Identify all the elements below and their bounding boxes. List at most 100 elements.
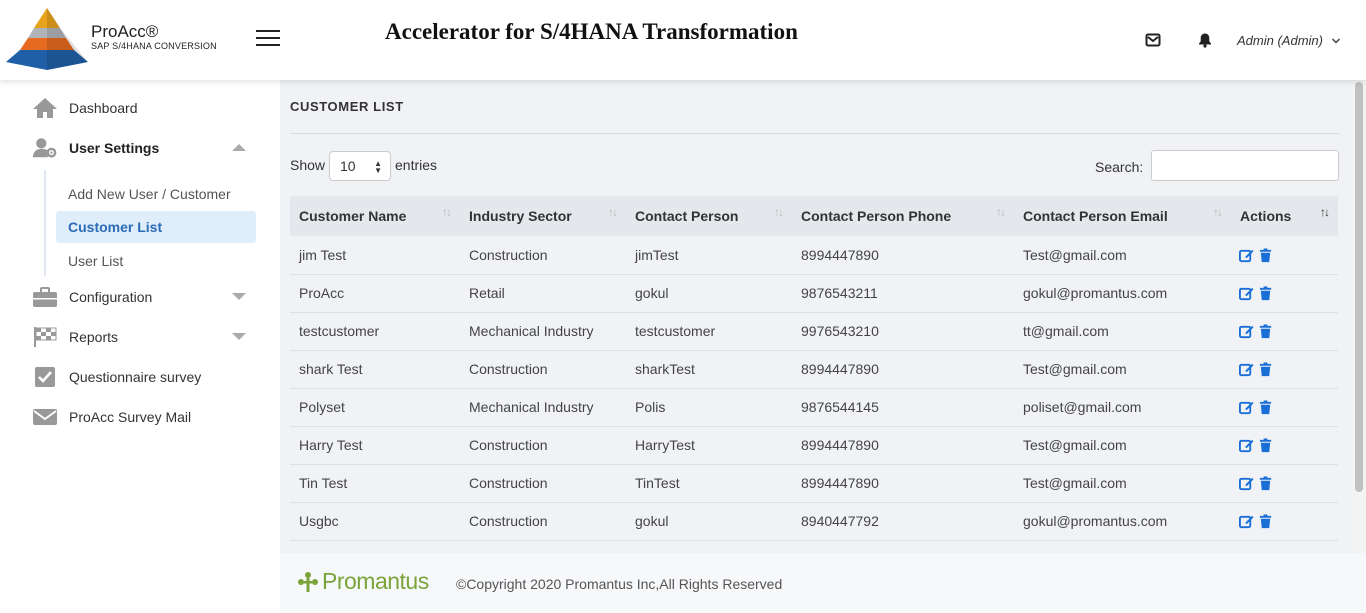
envelope-icon — [32, 406, 58, 428]
sort-icon: ↑↓ — [1213, 205, 1223, 219]
proacc-pyramid-logo — [6, 8, 88, 70]
menu-icon[interactable] — [256, 30, 280, 46]
sidebar-item-label: User Settings — [69, 140, 160, 156]
search-label: Search: — [1095, 159, 1144, 175]
table-row: testcustomer Mechanical Industry testcusto… — [290, 312, 1338, 350]
cell-contact-phone: 8994447890 — [801, 475, 879, 491]
table-row: jim Test Construction jimTest 8994447890 Tes… — [290, 236, 1338, 274]
delete-icon[interactable] — [1258, 248, 1273, 263]
cell-contact-phone: 8994447890 — [801, 437, 879, 453]
cell-contact-person: sharkTest — [635, 361, 695, 377]
chevron-down-icon — [1331, 37, 1341, 44]
cell-contact-person: gokul — [635, 285, 669, 301]
delete-icon[interactable] — [1258, 286, 1273, 301]
cell-contact-email: gokul@promantus.com — [1023, 513, 1168, 529]
promantus-logo: Promantus — [297, 568, 429, 595]
cell-contact-phone: 8994447890 — [801, 361, 879, 377]
edit-icon[interactable] — [1239, 248, 1254, 263]
delete-icon[interactable] — [1258, 438, 1273, 453]
submenu-line — [44, 170, 46, 276]
cell-industry-sector: Mechanical Industry — [469, 399, 594, 415]
cell-contact-email: Test@gmail.com — [1023, 361, 1127, 377]
cell-customer-name: jim Test — [299, 246, 347, 263]
sidebar-item-questionnaire[interactable]: Questionnaire survey — [32, 363, 262, 391]
column-header-contact-person[interactable]: Contact Person ↑↓ — [626, 196, 792, 236]
page-scrollbar[interactable] — [1352, 80, 1366, 553]
cell-actions — [1231, 464, 1338, 502]
delete-icon[interactable] — [1258, 476, 1273, 491]
bell-icon[interactable] — [1197, 32, 1213, 48]
cell-contact-email: Test@gmail.com — [1023, 437, 1127, 453]
cell-industry-sector: Mechanical Industry — [469, 323, 594, 339]
cell-contact-person: TinTest — [635, 475, 680, 491]
edit-icon[interactable] — [1239, 362, 1254, 377]
cell-contact-person: gokul — [635, 513, 669, 529]
scrollbar-thumb[interactable] — [1355, 82, 1363, 492]
search-input[interactable] — [1151, 150, 1339, 181]
cell-contact-phone: 9876544145 — [801, 399, 879, 415]
entries-select-value: 10 — [340, 158, 356, 174]
delete-icon[interactable] — [1258, 400, 1273, 415]
cell-industry-sector: Construction — [469, 475, 548, 491]
select-arrows-icon: ▲ ▼ — [374, 159, 382, 175]
cell-actions — [1231, 350, 1338, 388]
delete-icon[interactable] — [1258, 324, 1273, 339]
checkbox-icon — [32, 366, 58, 388]
customer-table: Customer Name ↑↓ Industry Sector ↑↓ Contac… — [290, 196, 1338, 541]
user-menu[interactable]: Admin (Admin) — [1237, 33, 1341, 48]
column-header-actions[interactable]: Actions ↑↓ — [1231, 196, 1338, 236]
mail-icon[interactable] — [1145, 32, 1161, 48]
edit-icon[interactable] — [1239, 286, 1254, 301]
edit-icon[interactable] — [1239, 400, 1254, 415]
cell-contact-person: jimTest — [635, 246, 679, 263]
sidebar-item-reports[interactable]: Reports — [32, 323, 262, 351]
caret-down-icon — [232, 333, 246, 340]
caret-up-icon — [232, 144, 246, 151]
table-row: shark Test Construction sharkTest 899444789… — [290, 350, 1338, 388]
brand-subtitle: SAP S/4HANA CONVERSION — [91, 41, 217, 51]
cell-contact-person: Polis — [635, 399, 666, 415]
cell-actions — [1231, 312, 1338, 350]
divider — [290, 133, 1339, 134]
promantus-logo-text: Promantus — [322, 568, 429, 594]
home-icon — [32, 97, 58, 119]
cell-customer-name: shark Test — [299, 361, 363, 377]
entries-select[interactable]: 10 ▲ ▼ — [329, 151, 391, 181]
table-row: Usgbc Construction gokul 8940447792 gokul@pr… — [290, 502, 1338, 540]
briefcase-icon — [32, 286, 58, 308]
cell-customer-name: Tin Test — [299, 475, 348, 491]
sidebar-item-configuration[interactable]: Configuration — [32, 283, 262, 311]
column-header-industry-sector[interactable]: Industry Sector ↑↓ — [460, 196, 626, 236]
sidebar-item-label: Reports — [69, 329, 119, 345]
app-title: Accelerator for S/4HANA Transformation — [385, 19, 798, 44]
cell-contact-person: HarryTest — [635, 437, 695, 453]
sidebar-item-label: ProAcc Survey Mail — [69, 409, 192, 425]
sidebar-item-user-settings[interactable]: User Settings — [32, 134, 262, 162]
table-row: Harry Test Construction HarryTest 899444789… — [290, 426, 1338, 464]
cell-contact-email: Test@gmail.com — [1023, 246, 1127, 263]
sidebar-subitem-add-user[interactable]: Add New User / Customer — [56, 178, 256, 210]
show-label: Show — [290, 157, 326, 173]
delete-icon[interactable] — [1258, 362, 1273, 377]
sidebar-subitem-user-list[interactable]: User List — [56, 245, 256, 277]
user-gear-icon — [32, 137, 58, 159]
column-header-customer-name[interactable]: Customer Name ↑↓ — [290, 196, 460, 236]
delete-icon[interactable] — [1258, 514, 1273, 529]
sort-icon: ↑↓ — [608, 205, 618, 219]
edit-icon[interactable] — [1239, 514, 1254, 529]
sort-icon: ↑↓ — [442, 205, 452, 219]
table-row: ProAcc Retail gokul 9876543211 gokul@promant… — [290, 274, 1338, 312]
column-header-contact-phone[interactable]: Contact Person Phone ↑↓ — [792, 196, 1014, 236]
edit-icon[interactable] — [1239, 438, 1254, 453]
sidebar-item-survey-mail[interactable]: ProAcc Survey Mail — [32, 403, 262, 431]
sidebar-subitem-customer-list[interactable]: Customer List — [56, 211, 256, 243]
sidebar-item-dashboard[interactable]: Dashboard — [32, 94, 262, 122]
edit-icon[interactable] — [1239, 324, 1254, 339]
column-header-contact-email[interactable]: Contact Person Email ↑↓ — [1014, 196, 1231, 236]
cell-industry-sector: Construction — [469, 246, 548, 263]
edit-icon[interactable] — [1239, 476, 1254, 491]
user-name: Admin (Admin) — [1237, 33, 1323, 48]
sidebar-item-label: Dashboard — [69, 100, 138, 116]
sort-icon: ↑↓ — [774, 205, 784, 219]
cell-actions — [1231, 236, 1338, 274]
